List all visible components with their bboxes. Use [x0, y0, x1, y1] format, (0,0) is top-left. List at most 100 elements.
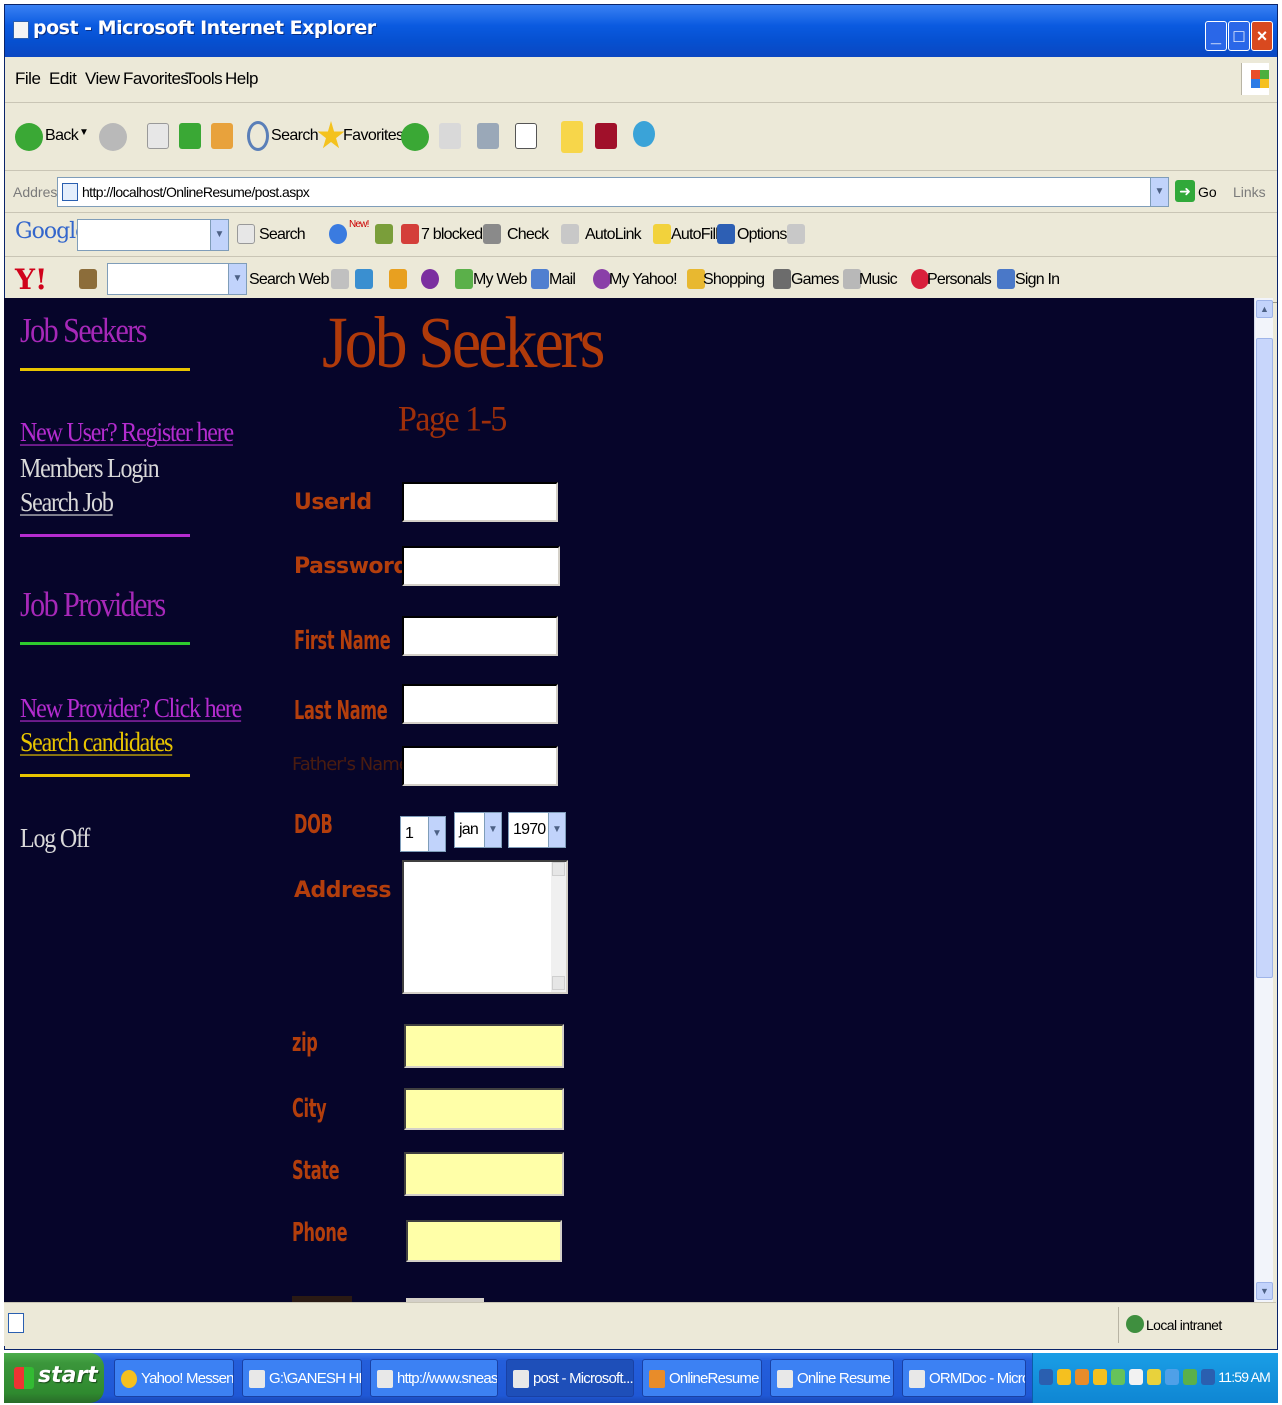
forward-arrow-icon[interactable]	[99, 123, 127, 151]
dob-day-dropdown-icon[interactable]: ▼	[428, 817, 445, 851]
nav-search-candidates-link[interactable]: Search candidates	[20, 728, 173, 759]
textarea-scrollbar[interactable]	[551, 862, 566, 992]
first-name-input[interactable]	[402, 616, 558, 656]
taskbar-item[interactable]: OnlineResume -...	[642, 1359, 762, 1397]
minimize-button[interactable]: _	[1205, 21, 1227, 51]
address-input[interactable]: http://localhost/OnlineResume/post.aspx …	[57, 177, 1169, 207]
popup-blocker-icon[interactable]	[401, 224, 419, 244]
highlight-icon[interactable]	[331, 269, 349, 289]
tray-expand-icon[interactable]	[1039, 1369, 1053, 1385]
google-search-dropdown-icon[interactable]: ▼	[210, 220, 228, 250]
go-arrow-icon[interactable]: ➜	[1175, 180, 1195, 202]
history-icon[interactable]	[401, 123, 429, 151]
dob-year-select[interactable]: 1970 ▼	[508, 812, 566, 848]
personals-button[interactable]: Personals	[927, 271, 992, 289]
scroll-up-icon[interactable]	[552, 862, 565, 876]
tray-app-icon[interactable]	[1147, 1369, 1161, 1385]
music-button[interactable]: Music	[859, 271, 898, 289]
dob-month-select[interactable]: jan ▼	[454, 812, 502, 848]
yahoo-search-input[interactable]: ▼	[107, 263, 247, 295]
links-button[interactable]: Links	[1233, 184, 1266, 200]
tray-volume-icon[interactable]	[1201, 1369, 1215, 1385]
start-button[interactable]: start	[4, 1353, 104, 1403]
favorites-button-label[interactable]: Favorites	[343, 127, 404, 145]
taskbar-item[interactable]: http://www.sneas...	[370, 1359, 498, 1397]
page-scrollbar[interactable]: ▲ ▼	[1254, 298, 1273, 1303]
shopping-button[interactable]: Shopping	[703, 271, 765, 289]
password-input[interactable]	[402, 546, 560, 586]
check-button[interactable]: Check	[507, 226, 549, 244]
taskbar-item[interactable]: Online Resume ...	[770, 1359, 894, 1397]
autolink-button[interactable]: AutoLink	[585, 226, 642, 244]
search-button-label[interactable]: Search	[271, 127, 319, 145]
taskbar-clock[interactable]: 11:59 AM	[1218, 1369, 1271, 1385]
google-search-input[interactable]: ▼	[77, 219, 229, 251]
options-button[interactable]: Options	[737, 226, 787, 244]
taskbar-item[interactable]: Yahoo! Messen...	[114, 1359, 234, 1397]
back-arrow-icon[interactable]	[15, 123, 43, 151]
scroll-down-arrow-icon[interactable]: ▼	[1256, 1282, 1273, 1300]
yahoo-toolbar-icon[interactable]	[595, 123, 617, 149]
antispy-icon[interactable]	[389, 269, 407, 289]
tray-app-icon[interactable]	[1165, 1369, 1179, 1385]
my-yahoo-button[interactable]: My Yahoo!	[609, 271, 678, 289]
address-url[interactable]: http://localhost/OnlineResume/post.aspx	[82, 184, 310, 200]
dob-day-select[interactable]: 1 ▼	[400, 816, 446, 852]
yahoo-messenger-icon[interactable]	[421, 269, 439, 289]
bookmark-icon[interactable]	[355, 269, 373, 289]
tray-app-icon[interactable]	[1057, 1369, 1071, 1385]
home-icon[interactable]	[211, 123, 233, 149]
yahoo-logo[interactable]: Y!	[15, 263, 47, 296]
menu-view[interactable]: View	[85, 69, 120, 89]
menu-file[interactable]: File	[15, 69, 41, 89]
scroll-up-arrow-icon[interactable]: ▲	[1256, 300, 1273, 318]
tray-app-icon[interactable]	[1129, 1369, 1143, 1385]
scroll-down-icon[interactable]	[552, 976, 565, 990]
last-name-input[interactable]	[402, 684, 558, 724]
pencil-icon[interactable]	[79, 269, 97, 289]
phone-input[interactable]	[406, 1220, 562, 1262]
zip-input[interactable]	[404, 1024, 564, 1068]
print-icon[interactable]	[477, 123, 499, 149]
userid-input[interactable]	[402, 482, 558, 522]
highlighter-icon[interactable]	[787, 224, 805, 244]
messenger-note-icon[interactable]	[561, 121, 583, 153]
nav-search-job-link[interactable]: Search Job	[20, 488, 114, 519]
games-button[interactable]: Games	[791, 271, 839, 289]
yahoo-search-web-button[interactable]: Search Web	[249, 271, 330, 289]
dob-month-dropdown-icon[interactable]: ▼	[484, 813, 501, 847]
stop-icon[interactable]	[147, 123, 169, 149]
menu-favorites[interactable]: Favorites	[123, 69, 189, 89]
menu-help[interactable]: Help	[225, 69, 258, 89]
google-news-icon[interactable]	[329, 224, 347, 244]
nav-new-provider-link[interactable]: New Provider? Click here	[20, 694, 242, 725]
maximize-button[interactable]: □	[1228, 21, 1250, 51]
popups-blocked[interactable]: 7 blocked	[421, 226, 483, 244]
nav-log-off-link[interactable]: Log Off	[20, 824, 90, 855]
yahoo-search-dropdown-icon[interactable]: ▼	[228, 264, 246, 294]
mail-icon[interactable]	[439, 123, 461, 149]
back-dropdown-icon[interactable]: ▼	[79, 127, 89, 138]
mail-button[interactable]: Mail	[549, 271, 576, 289]
msn-butterfly-icon[interactable]	[633, 121, 655, 147]
nav-register-link[interactable]: New User? Register here	[20, 418, 234, 449]
my-web-button[interactable]: My Web	[473, 271, 527, 289]
edit-word-icon[interactable]	[515, 123, 537, 149]
taskbar-item[interactable]: G:\GANESH HE...	[242, 1359, 362, 1397]
taskbar-item[interactable]: ORMDoc - Micro...	[902, 1359, 1026, 1397]
refresh-icon[interactable]	[179, 123, 201, 149]
tray-app-icon[interactable]	[1183, 1369, 1197, 1385]
tray-app-icon[interactable]	[1093, 1369, 1107, 1385]
menu-tools[interactable]: Tools	[185, 69, 223, 89]
google-search-button[interactable]: Search	[259, 226, 306, 244]
go-button[interactable]: Go	[1198, 184, 1217, 200]
favorites-star-icon[interactable]	[317, 121, 345, 149]
address-textarea[interactable]	[402, 860, 568, 994]
dob-year-dropdown-icon[interactable]: ▼	[548, 813, 565, 847]
address-dropdown-icon[interactable]: ▼	[1150, 178, 1168, 206]
city-input[interactable]	[404, 1088, 564, 1130]
state-input[interactable]	[404, 1152, 564, 1196]
tray-app-icon[interactable]	[1111, 1369, 1125, 1385]
nav-members-login-link[interactable]: Members Login	[20, 454, 160, 485]
taskbar-item-active[interactable]: post - Microsoft...	[506, 1359, 634, 1397]
